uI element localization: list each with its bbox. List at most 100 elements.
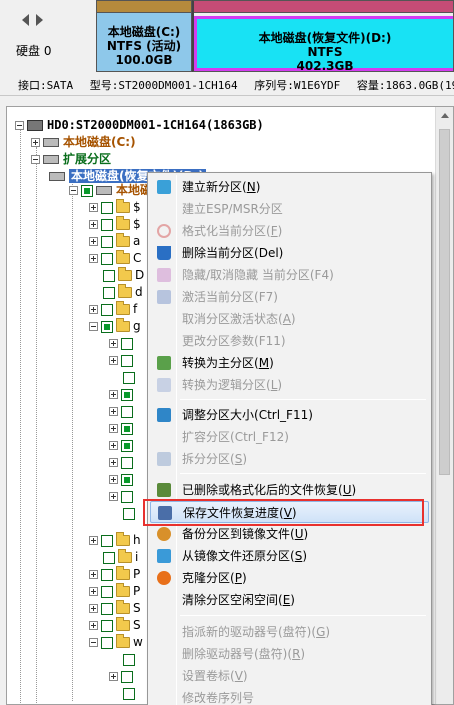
menu-item-delete[interactable]: 删除当前分区(Del) [150, 242, 429, 264]
tree-subfolder-row[interactable] [123, 369, 138, 386]
menu-item-file-recovery[interactable]: 已删除或格式化后的文件恢复(U) [150, 479, 429, 501]
checkbox[interactable] [123, 507, 135, 520]
checkbox[interactable] [121, 670, 133, 683]
menu-item-to-logical[interactable]: 转换为逻辑分区(L) [150, 374, 429, 396]
expand-icon[interactable] [89, 220, 98, 229]
expand-icon[interactable] [89, 203, 98, 212]
tree-subfolder-row[interactable] [109, 335, 136, 352]
menu-item-assign-drive-letter[interactable]: 指派新的驱动器号(盘符)(G) [150, 621, 429, 643]
checkbox[interactable] [121, 422, 133, 435]
tree-subfolder-row[interactable] [109, 668, 136, 685]
tree-folder-row[interactable]: S [89, 600, 141, 617]
checkbox[interactable] [101, 218, 113, 231]
expand-icon[interactable] [89, 621, 98, 630]
expand-icon[interactable] [89, 305, 98, 314]
checkbox[interactable] [121, 490, 133, 503]
tree-subfolder-row[interactable] [123, 651, 138, 668]
tree-folder-row[interactable]: C [89, 250, 141, 267]
tree-folder-row[interactable]: S [89, 617, 141, 634]
menu-item-resize[interactable]: 调整分区大小(Ctrl_F11) [150, 404, 429, 426]
tree-folder-row[interactable]: h [89, 532, 141, 549]
collapse-icon[interactable] [89, 322, 98, 331]
checkbox[interactable] [101, 602, 113, 615]
tree-subfolder-row[interactable] [109, 420, 136, 437]
scroll-up-arrow-icon[interactable] [441, 113, 449, 118]
expand-icon[interactable] [89, 570, 98, 579]
tree-folder-row[interactable]: P [89, 566, 140, 583]
menu-item-activate[interactable]: 激活当前分区(F7) [150, 286, 429, 308]
menu-item-restore-image[interactable]: 从镜像文件还原分区(S) [150, 545, 429, 567]
collapse-icon[interactable] [89, 638, 98, 647]
tree-subfolder-row[interactable] [109, 386, 136, 403]
tree-folder-row[interactable]: D [103, 267, 144, 284]
menu-item-to-primary[interactable]: 转换为主分区(M) [150, 352, 429, 374]
menu-item-format[interactable]: 格式化当前分区(F) [150, 220, 429, 242]
tree-subfolder-row[interactable] [123, 505, 138, 522]
checkbox[interactable] [101, 585, 113, 598]
checkbox[interactable] [123, 371, 135, 384]
expand-icon[interactable] [109, 424, 118, 433]
partition-block-d[interactable]: 本地磁盘(恢复文件)(D:) NTFS 402.3GB [192, 0, 454, 73]
tree-folder-row[interactable]: f [89, 301, 137, 318]
menu-item-clone[interactable]: 克隆分区(P) [150, 567, 429, 589]
tree-subfolder-row[interactable] [109, 488, 136, 505]
tree-node-c-drive[interactable]: 本地磁盘(C:) [31, 134, 136, 151]
tree-subfolder-row[interactable] [109, 437, 136, 454]
expand-icon[interactable] [109, 441, 118, 450]
checkbox[interactable] [121, 337, 133, 350]
expand-icon[interactable] [109, 390, 118, 399]
menu-item-remove-drive-letter[interactable]: 删除驱动器号(盘符)(R) [150, 643, 429, 665]
expand-icon[interactable] [89, 604, 98, 613]
menu-item-esp-msr[interactable]: 建立ESP/MSR分区 [150, 198, 429, 220]
checkbox[interactable] [121, 405, 133, 418]
tree-folder-row[interactable]: i [103, 549, 138, 566]
tree-folder-row[interactable]: a [89, 233, 140, 250]
checkbox[interactable] [101, 636, 113, 649]
expand-icon[interactable] [109, 475, 118, 484]
expand-icon[interactable] [109, 672, 118, 681]
menu-item-deactivate[interactable]: 取消分区激活状态(A) [150, 308, 429, 330]
next-disk-arrow-icon[interactable] [36, 14, 43, 26]
checkbox[interactable] [121, 473, 133, 486]
checkbox[interactable] [121, 354, 133, 367]
checkbox[interactable] [101, 235, 113, 248]
menu-item-backup-image[interactable]: 备份分区到镜像文件(U) [150, 523, 429, 545]
vertical-scrollbar[interactable] [435, 107, 453, 704]
checkbox[interactable] [121, 388, 133, 401]
tree-subfolder-row[interactable] [109, 352, 136, 369]
checkbox[interactable] [101, 534, 113, 547]
checkbox[interactable] [81, 184, 93, 197]
collapse-icon[interactable] [69, 186, 78, 195]
expand-icon[interactable] [109, 407, 118, 416]
tree-subfolder-row[interactable] [109, 471, 136, 488]
prev-disk-arrow-icon[interactable] [22, 14, 29, 26]
expand-icon[interactable] [31, 138, 40, 147]
expand-icon[interactable] [89, 254, 98, 263]
tree-node-extended[interactable]: 扩展分区 [31, 151, 111, 168]
checkbox[interactable] [121, 439, 133, 452]
tree-folder-row[interactable]: g [89, 318, 141, 335]
menu-item-split[interactable]: 拆分分区(S) [150, 448, 429, 470]
checkbox[interactable] [123, 653, 135, 666]
expand-icon[interactable] [109, 492, 118, 501]
expand-icon[interactable] [109, 356, 118, 365]
menu-item-set-label[interactable]: 设置卷标(V) [150, 665, 429, 687]
expand-icon[interactable] [89, 536, 98, 545]
checkbox[interactable] [121, 456, 133, 469]
tree-folder-row[interactable]: w [89, 634, 143, 651]
checkbox[interactable] [123, 687, 135, 700]
tree-folder-row[interactable]: P [89, 583, 140, 600]
partition-block-c[interactable]: 本地磁盘(C:) NTFS (活动) 100.0GB [96, 0, 192, 72]
checkbox[interactable] [101, 320, 113, 333]
checkbox[interactable] [103, 269, 115, 282]
checkbox[interactable] [101, 303, 113, 316]
tree-subfolder-row[interactable] [109, 454, 136, 471]
expand-icon[interactable] [109, 339, 118, 348]
expand-icon[interactable] [109, 458, 118, 467]
menu-item-extend[interactable]: 扩容分区(Ctrl_F12) [150, 426, 429, 448]
menu-item-change-serial[interactable]: 修改卷序列号 [150, 687, 429, 705]
tree-subfolder-row[interactable] [123, 685, 138, 702]
expand-icon[interactable] [89, 237, 98, 246]
checkbox[interactable] [101, 568, 113, 581]
tree-folder-row[interactable]: d [103, 284, 143, 301]
